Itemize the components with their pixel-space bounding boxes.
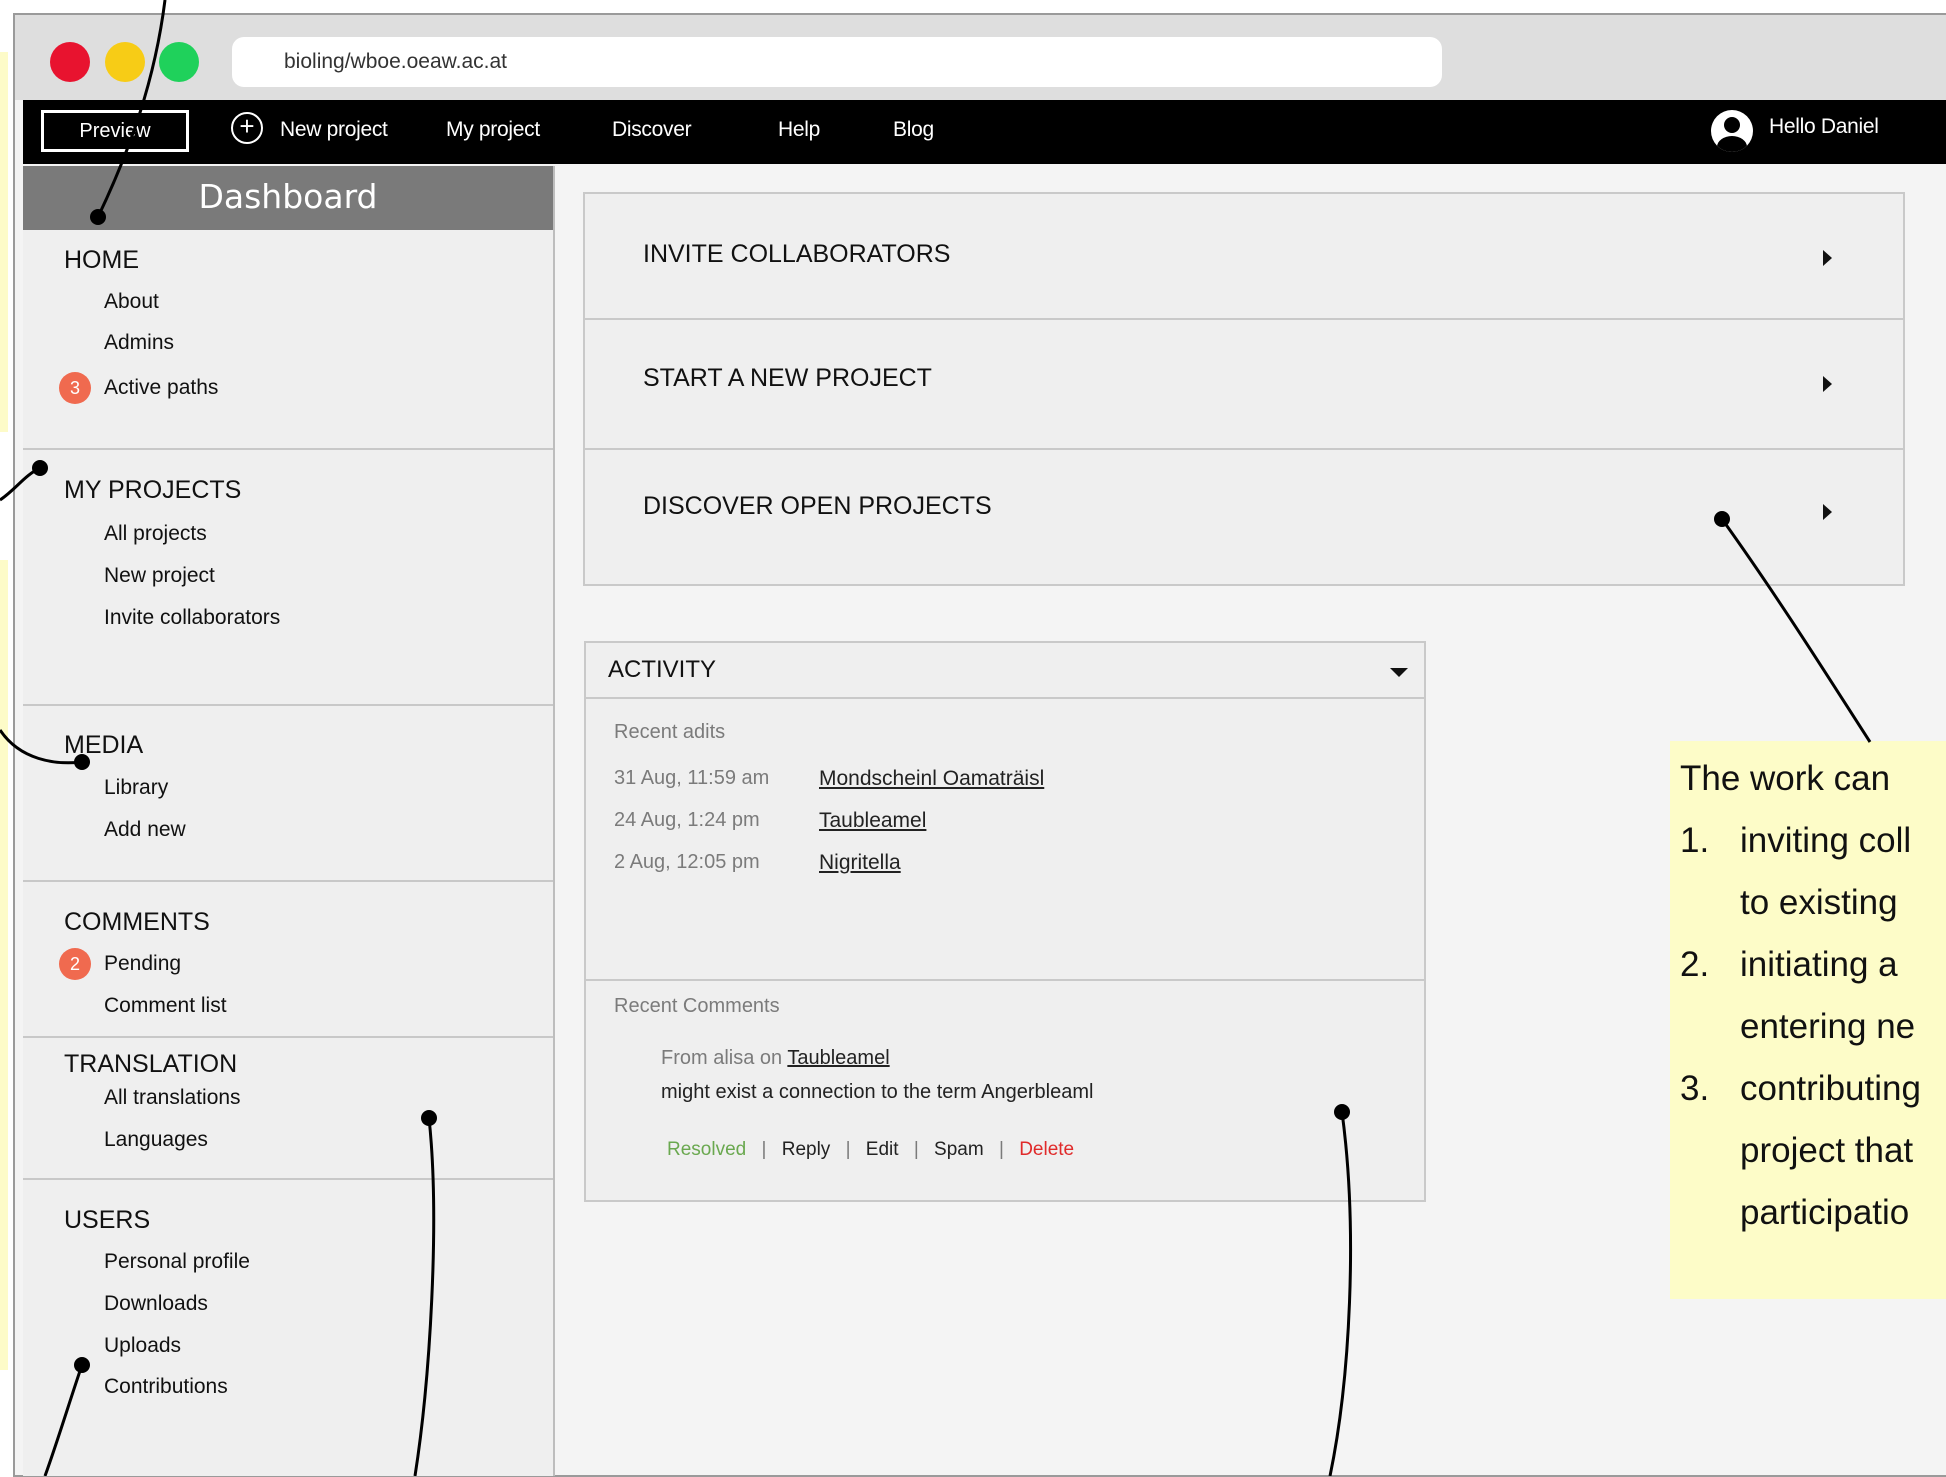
connector-dot: [74, 754, 90, 770]
connector-dot: [1334, 1104, 1350, 1120]
connector-line: [96, 0, 167, 218]
annotation-connectors: [0, 0, 1872, 1476]
connector-line: [43, 1364, 84, 1476]
connector-line: [1720, 518, 1872, 743]
connector-dot: [32, 460, 48, 476]
connector-line: [1328, 1111, 1352, 1476]
connector-dot: [421, 1110, 437, 1126]
connector-dot: [90, 209, 106, 225]
connector-line: [413, 1117, 436, 1476]
connector-line: [0, 729, 83, 765]
connector-dot: [1714, 511, 1730, 527]
connector-dot: [74, 1357, 90, 1373]
